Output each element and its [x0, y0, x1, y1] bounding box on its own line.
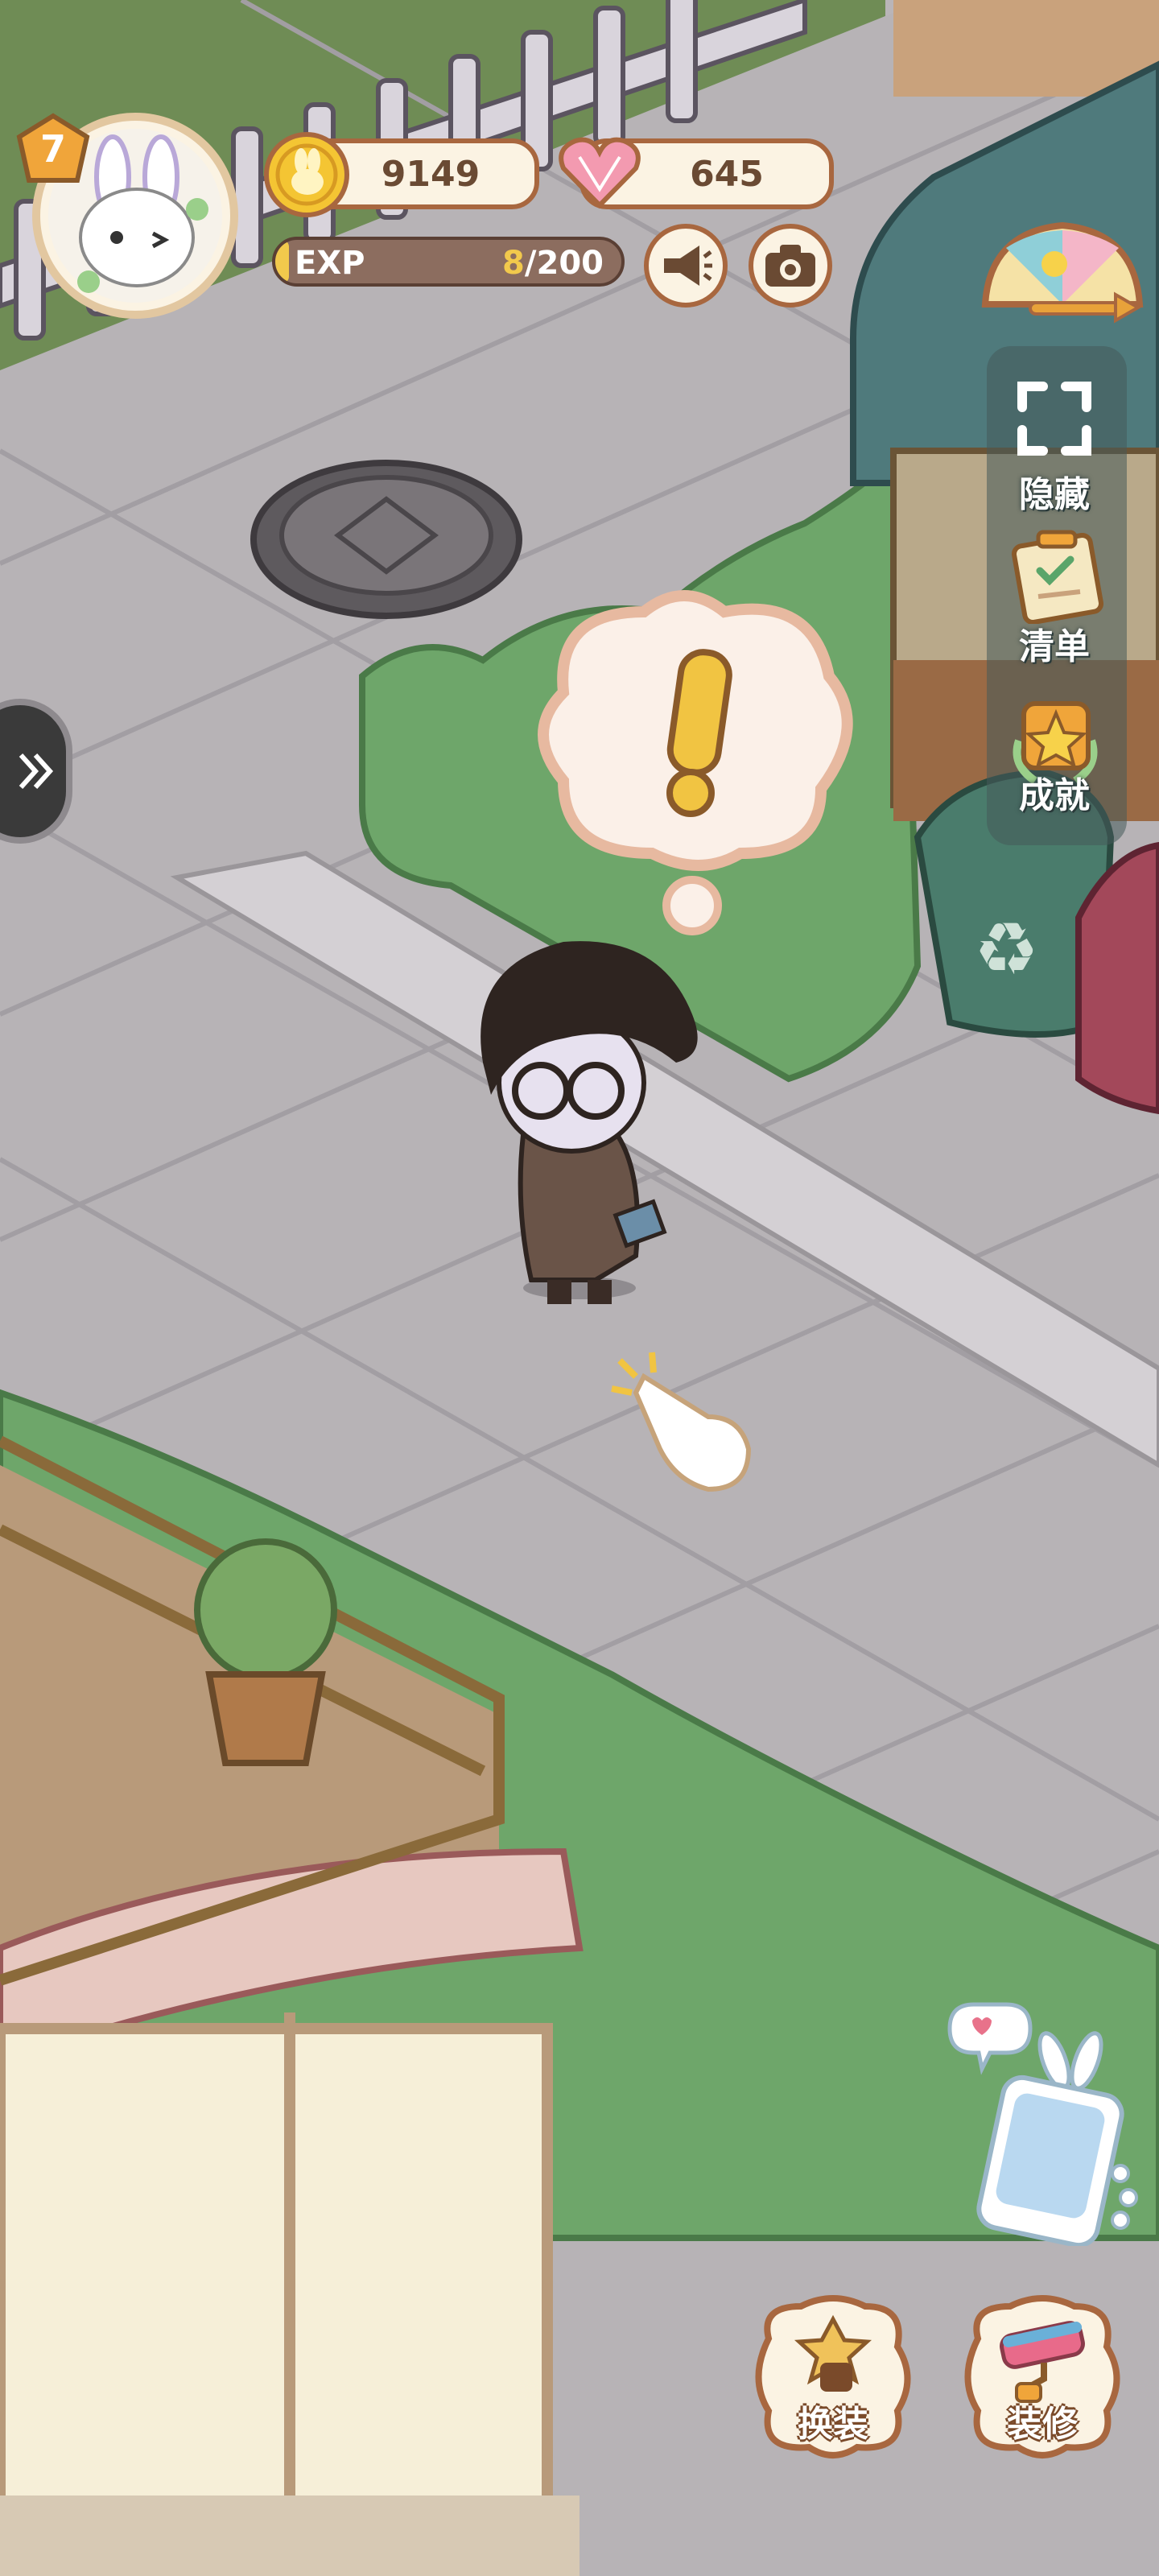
exp-current: 8 — [502, 245, 525, 282]
hide-label: 隐藏 — [1019, 474, 1090, 515]
achievement-button[interactable]: 成就 — [990, 692, 1119, 837]
svg-text:♻: ♻ — [974, 907, 1039, 992]
color-fan-icon — [981, 221, 1144, 324]
heart-value: 645 — [690, 153, 764, 195]
megaphone-icon — [664, 246, 712, 286]
player-level: 7 — [39, 127, 66, 171]
dress-up-label: 换装 — [798, 2404, 868, 2445]
manhole-cover — [250, 460, 522, 619]
decorate-label: 装修 — [1007, 2404, 1078, 2445]
coin-icon — [262, 130, 351, 219]
exp-bar-fill — [275, 240, 290, 283]
exp-value: 8/200 — [502, 245, 604, 282]
phone-button[interactable] — [942, 1996, 1143, 2248]
checklist-icon — [1011, 530, 1104, 624]
hide-ui-button[interactable]: 隐藏 — [990, 378, 1119, 515]
achievement-label: 成就 — [1019, 775, 1090, 816]
checklist-label: 清单 — [1019, 626, 1090, 667]
decorate-button[interactable]: 装修 — [954, 2290, 1131, 2459]
announcement-button[interactable] — [644, 224, 728, 308]
exp-label: EXP — [295, 245, 365, 282]
double-chevron-right-icon — [19, 753, 54, 790]
expand-left-panel-button[interactable] — [0, 699, 72, 844]
camera-button[interactable] — [749, 224, 832, 308]
camera-icon — [765, 245, 815, 287]
palette-fan-button[interactable] — [974, 208, 1151, 328]
dress-up-button[interactable]: 换装 — [744, 2290, 922, 2459]
exp-max: /200 — [524, 245, 604, 282]
heart-gem-icon — [555, 133, 644, 213]
coin-value: 9149 — [381, 153, 481, 195]
level-badge: 7 — [16, 113, 90, 187]
exp-bar: EXP 8/200 — [272, 237, 625, 287]
potted-plant — [194, 1538, 337, 1766]
checklist-button[interactable]: 清单 — [990, 527, 1119, 672]
fullscreen-icon — [1017, 382, 1091, 456]
bunny-phone-icon — [947, 2002, 1138, 2248]
